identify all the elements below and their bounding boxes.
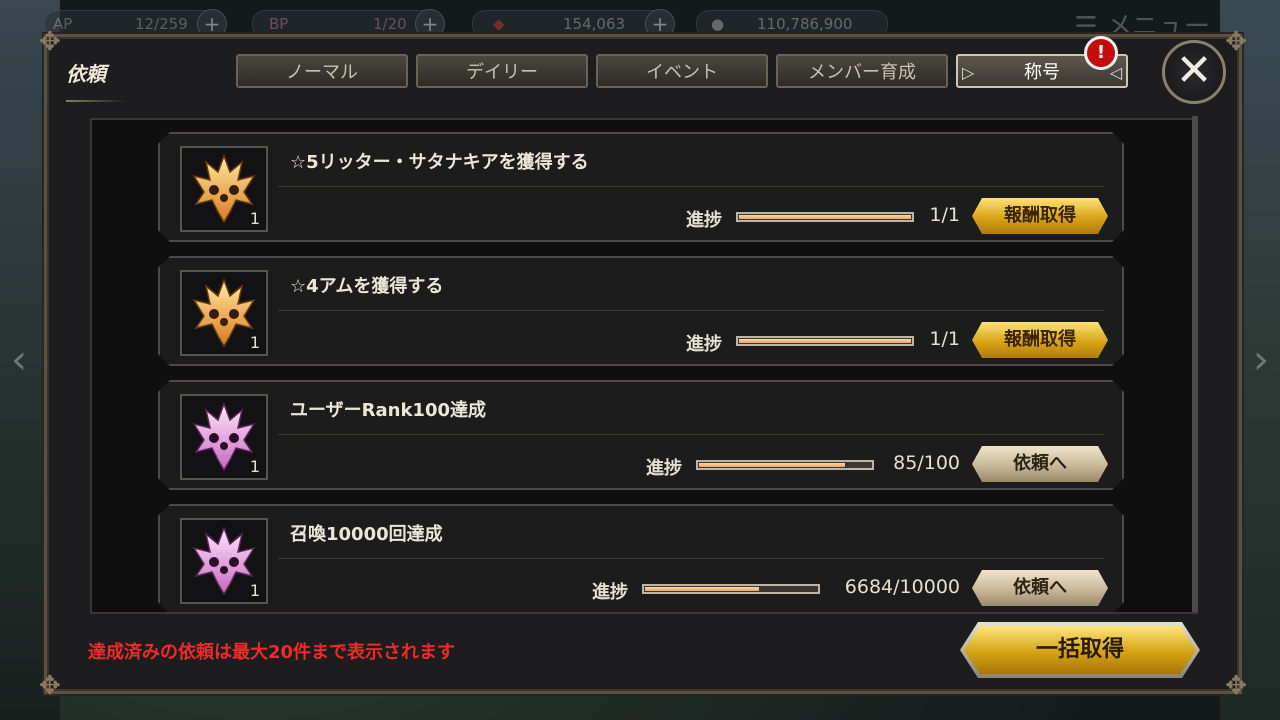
tab-label: メンバー育成 <box>808 62 916 83</box>
tab-label: 称号 <box>1024 62 1060 83</box>
progress-bar <box>642 584 820 594</box>
claim-reward-button[interactable]: 報酬取得 <box>972 198 1108 234</box>
gold-emblem-icon <box>190 154 258 224</box>
tab-label: デイリー <box>466 62 538 83</box>
quest-list[interactable]: 1 ☆5リッター・サタナキアを獲得する 進捗 1/1 報酬取得 1 ☆4アムを獲… <box>90 118 1198 614</box>
quest-title: ☆5リッター・サタナキアを獲得する <box>290 152 589 173</box>
quest-card: 1 ユーザーRank100達成 進捗 85/100 依頼へ <box>158 380 1124 490</box>
scrollbar[interactable] <box>1192 116 1198 612</box>
pink-emblem-icon <box>190 402 258 472</box>
close-icon: ✕ <box>1175 45 1213 96</box>
quest-card: 1 ☆5リッター・サタナキアを獲得する 進捗 1/1 報酬取得 <box>158 132 1124 242</box>
corner-ornament-icon: ✥ <box>39 27 61 57</box>
reward-item[interactable]: 1 <box>180 270 268 356</box>
claim-all-button[interactable]: 一括取得 <box>964 626 1196 674</box>
reward-count: 1 <box>249 457 260 476</box>
panel-title: 依頼 <box>66 62 106 86</box>
progress-count: 1/1 <box>929 328 960 350</box>
reward-count: 1 <box>249 581 260 600</box>
divider <box>278 310 1104 311</box>
corner-ornament-icon: ✥ <box>1225 27 1247 57</box>
alert-badge-icon: ! <box>1084 36 1118 70</box>
divider <box>278 558 1104 559</box>
close-button[interactable]: ✕ <box>1162 40 1226 104</box>
quest-title: 召喚10000回達成 <box>290 524 443 545</box>
divider <box>278 186 1104 187</box>
progress-count: 6684/10000 <box>844 576 960 598</box>
display-limit-note: 達成済みの依頼は最大20件まで表示されます <box>88 642 456 663</box>
background-left-arrow-icon: ‹ <box>11 337 27 383</box>
progress-fill <box>645 587 759 591</box>
tab-label: イベント <box>646 62 718 83</box>
tab-daily[interactable]: デイリー <box>416 54 588 88</box>
tab-label: ノーマル <box>286 62 358 83</box>
reward-item[interactable]: 1 <box>180 518 268 604</box>
progress-label: 進捗 <box>686 210 722 231</box>
divider <box>278 434 1104 435</box>
title-underline <box>66 100 126 102</box>
pink-emblem-icon <box>190 526 258 596</box>
corner-ornament-icon: ✥ <box>39 671 61 701</box>
gold-emblem-icon <box>190 278 258 348</box>
reward-item[interactable]: 1 <box>180 146 268 232</box>
reward-item[interactable]: 1 <box>180 394 268 480</box>
progress-label: 進捗 <box>646 458 682 479</box>
progress-count: 85/100 <box>893 452 960 474</box>
reward-count: 1 <box>249 333 260 352</box>
background-right-arrow-icon: › <box>1253 337 1269 383</box>
quest-title: ユーザーRank100達成 <box>290 400 487 421</box>
progress-fill <box>699 463 845 467</box>
reward-count: 1 <box>249 209 260 228</box>
tab-member-training[interactable]: メンバー育成 <box>776 54 948 88</box>
progress-count: 1/1 <box>929 204 960 226</box>
quest-card: 1 ☆4アムを獲得する 進捗 1/1 報酬取得 <box>158 256 1124 366</box>
progress-label: 進捗 <box>686 334 722 355</box>
chevron-right-icon: ▷ <box>962 63 975 82</box>
progress-label: 進捗 <box>592 582 628 603</box>
quest-card: 1 召喚10000回達成 進捗 6684/10000 依頼へ <box>158 504 1124 614</box>
claim-reward-button[interactable]: 報酬取得 <box>972 322 1108 358</box>
go-to-request-button[interactable]: 依頼へ <box>972 446 1108 482</box>
quest-title: ☆4アムを獲得する <box>290 276 444 297</box>
tab-event[interactable]: イベント <box>596 54 768 88</box>
tab-normal[interactable]: ノーマル <box>236 54 408 88</box>
go-to-request-button[interactable]: 依頼へ <box>972 570 1108 606</box>
corner-ornament-icon: ✥ <box>1225 671 1247 701</box>
